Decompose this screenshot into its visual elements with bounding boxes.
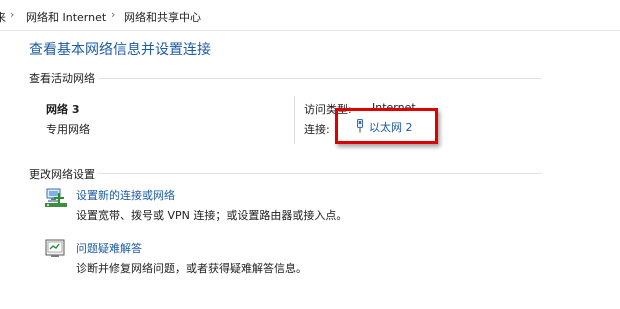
change-settings-header: 更改网络设置 [29,168,95,181]
active-networks-header: 查看活动网络 [29,72,95,85]
setup-new-connection-link[interactable]: 设置新的连接或网络 [76,187,175,203]
setup-new-connection-description: 设置宽带、拨号或 VPN 连接；或设置路由器或接入点。 [76,209,348,222]
page-title: 查看基本网络信息并设置连接 [29,42,211,58]
troubleshoot-problems-link[interactable]: 问题疑难解答 [76,240,142,256]
breadcrumb-separator-icon: › [111,8,116,21]
section-divider [98,78,542,79]
access-type-label: 访问类型: [304,103,352,116]
breadcrumb: 来 › 网络和 Internet › 网络和共享中心 [0,0,620,31]
network-name: 网络 3 [46,103,80,116]
breadcrumb-item-network-sharing-center[interactable]: 网络和共享中心 [124,9,201,25]
breadcrumb-item-root[interactable]: 来 [0,9,6,25]
connections-label: 连接: [304,123,330,136]
breadcrumb-item-network-internet[interactable]: 网络和 Internet [26,9,106,25]
section-divider [98,173,542,174]
ethernet-icon [355,119,365,136]
column-divider [294,96,295,144]
access-type-value: Internet [372,101,416,114]
troubleshoot-problems-description: 诊断并修复网络问题，或者获得疑难解答信息。 [76,262,307,275]
breadcrumb-separator-icon: › [10,8,15,21]
network-type[interactable]: 专用网络 [46,121,90,137]
connection-link-ethernet[interactable]: 以太网 2 [355,119,413,136]
connection-name: 以太网 2 [369,121,413,134]
troubleshoot-icon [45,239,67,262]
network-setup-icon [44,187,68,212]
